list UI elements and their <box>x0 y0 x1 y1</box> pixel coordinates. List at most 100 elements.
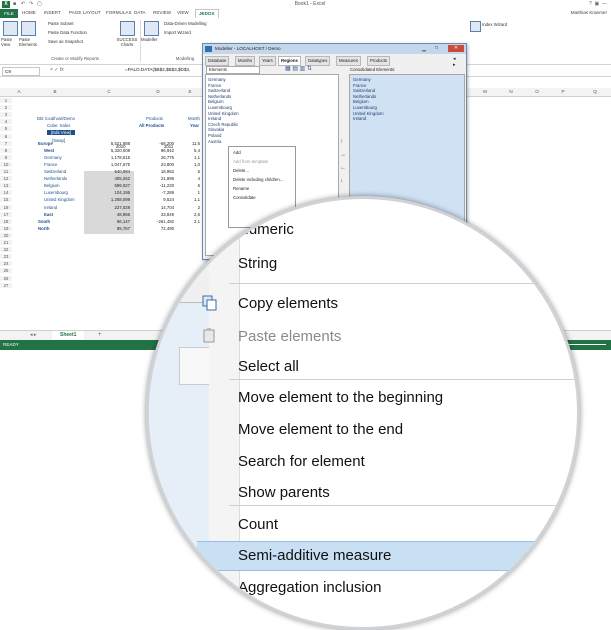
cell-2010[interactable]: 540,084 <box>90 169 130 174</box>
element-item[interactable]: Germany <box>208 77 226 82</box>
row-number[interactable]: 8 <box>0 147 12 153</box>
row-label[interactable]: United Kingdom <box>44 197 75 202</box>
close-icon[interactable]: ✕ <box>448 45 464 52</box>
cell-2010[interactable]: 1,268,099 <box>90 197 130 202</box>
column-header[interactable]: B <box>30 89 80 94</box>
row-label[interactable]: Switzerland <box>44 169 66 174</box>
column-header[interactable]: E <box>180 89 200 94</box>
cell-partial[interactable]: 1,0 <box>160 162 200 167</box>
consolidated-item[interactable]: United Kingdom <box>353 111 384 116</box>
cell-partial[interactable]: 5,4 <box>160 148 200 153</box>
paste-elements-icon[interactable] <box>21 21 36 36</box>
fx-icon[interactable]: × ✓ fx <box>50 67 110 73</box>
row-number[interactable]: 6 <box>0 133 12 139</box>
row-number[interactable]: 10 <box>0 161 12 167</box>
consolidated-item[interactable]: Switzerland <box>353 88 375 93</box>
row-label[interactable]: Luxembourg <box>44 190 68 195</box>
cell-2010[interactable]: 5,521,888 <box>90 141 130 146</box>
row-number[interactable]: 23 <box>0 254 12 260</box>
cell-2010[interactable]: 1,178,615 <box>90 155 130 160</box>
column-header[interactable]: N <box>506 89 516 94</box>
element-item[interactable]: Slovakia <box>208 127 224 132</box>
undo-icon[interactable]: ↶ <box>21 1 27 7</box>
row-number[interactable]: 18 <box>0 218 12 224</box>
index-wizard-button[interactable]: Index Wizard <box>482 22 507 27</box>
cell-2010[interactable]: 227,028 <box>90 205 130 210</box>
column-header[interactable]: A <box>14 89 24 94</box>
column-header[interactable]: P <box>558 89 568 94</box>
window-help-icon[interactable]: ? ▣ — <box>589 1 607 7</box>
tab-page-layout[interactable]: PAGE LAYOUT <box>69 10 101 15</box>
menu-item-count[interactable]: Count <box>238 516 278 533</box>
tab-formulas[interactable]: FORMULAS <box>106 10 132 15</box>
import-wizard-button[interactable]: Import Wizard <box>164 30 191 35</box>
context-menu-item[interactable]: Rename <box>233 186 249 191</box>
paste-subset-button[interactable]: Paste Subset <box>48 21 74 26</box>
swap-link[interactable]: [Swap] <box>52 138 65 143</box>
consolidated-item[interactable]: Ireland <box>353 116 366 121</box>
row-number[interactable]: 14 <box>0 190 12 196</box>
row-number[interactable]: 4 <box>0 119 12 125</box>
elements-dropdown[interactable]: Elements <box>206 66 260 74</box>
cell-2010[interactable]: 1,047,675 <box>90 162 130 167</box>
menu-item-semi-additive-measure[interactable]: Semi-additive measure <box>238 547 391 564</box>
menu-item-move-element-to-the-beginning[interactable]: Move element to the beginning <box>238 389 443 406</box>
tab-view[interactable]: VIEW <box>177 10 189 15</box>
cell-2010[interactable]: 405,262 <box>90 176 130 181</box>
tab-database[interactable]: Database <box>205 56 230 66</box>
arrow-right-icon[interactable]: → <box>340 152 346 158</box>
row-number[interactable]: 20 <box>0 232 12 238</box>
modeller-label[interactable]: Modeller <box>141 37 157 42</box>
element-item[interactable]: Switzerland <box>208 88 230 93</box>
cell-2010[interactable]: 104,195 <box>90 190 130 195</box>
add-sheet-icon[interactable]: + <box>98 332 102 338</box>
row-label[interactable]: West <box>44 148 54 153</box>
cell-partial[interactable]: 1,1 <box>160 155 200 160</box>
context-menu-item[interactable]: Delete including children... <box>233 177 283 182</box>
minimize-icon[interactable]: ▁ <box>422 46 426 52</box>
cell-2010[interactable]: 5,320,008 <box>90 148 130 153</box>
row-number[interactable]: 5 <box>0 126 12 132</box>
element-item[interactable]: Austria <box>208 139 221 144</box>
column-header[interactable]: M <box>480 89 490 94</box>
sheet-nav-arrows-icon[interactable]: ◂ ▸ <box>30 332 36 338</box>
element-item[interactable]: Poland <box>208 133 221 138</box>
menu-item-aggregation-inclusion[interactable]: Aggregation inclusion <box>238 579 381 596</box>
tab-insert[interactable]: INSERT <box>44 10 61 15</box>
element-item[interactable]: Czech Republic <box>208 122 238 127</box>
column-header[interactable]: O <box>532 89 542 94</box>
tab-data[interactable]: DATA <box>134 10 146 15</box>
cell-2010[interactable]: 56,147 <box>90 219 130 224</box>
data-driven-modelling-button[interactable]: Data-Driven Modelling <box>164 21 207 26</box>
row-label[interactable]: North <box>38 226 49 231</box>
tab-review[interactable]: REVIEW <box>153 10 171 15</box>
column-header[interactable]: C <box>84 89 134 94</box>
column-header[interactable]: D <box>138 89 178 94</box>
menu-item-move-element-to-the-end[interactable]: Move element to the end <box>238 421 403 438</box>
consolidated-item[interactable]: Germany <box>353 77 371 82</box>
paste-view-label[interactable]: Paste View <box>1 37 17 47</box>
column-header[interactable]: Q <box>590 89 600 94</box>
row-label[interactable]: Belgium <box>44 183 60 188</box>
cell-partial[interactable]: 4 <box>160 176 200 181</box>
cell-2010[interactable]: 599,027 <box>90 183 130 188</box>
paste-view-icon[interactable] <box>3 21 18 36</box>
element-item[interactable]: France <box>208 83 221 88</box>
row-number[interactable]: 25 <box>0 268 12 274</box>
save-icon[interactable]: ■ <box>13 1 19 7</box>
paste-elements-label[interactable]: Paste Elements <box>19 37 39 47</box>
consolidated-item[interactable]: Luxembourg <box>353 105 377 110</box>
toolbar-icons[interactable]: ▦ ▤ ▥ ⇅ <box>285 65 312 72</box>
menu-item-numeric[interactable]: Numeric <box>238 221 294 238</box>
menu-item-string[interactable]: String <box>238 255 277 272</box>
consolidated-item[interactable]: France <box>353 83 366 88</box>
index-wizard-icon[interactable] <box>470 21 481 32</box>
cell-partial[interactable]: 6 <box>160 183 200 188</box>
tab-home[interactable]: HOME <box>22 10 36 15</box>
row-label[interactable]: Netherlands <box>44 176 67 181</box>
element-item[interactable]: Ireland <box>208 116 221 121</box>
row-number[interactable]: 12 <box>0 176 12 182</box>
row-number[interactable]: 27 <box>0 282 12 288</box>
save-as-snapshot-button[interactable]: Save as Snapshot <box>48 39 83 44</box>
row-number[interactable]: 24 <box>0 261 12 267</box>
